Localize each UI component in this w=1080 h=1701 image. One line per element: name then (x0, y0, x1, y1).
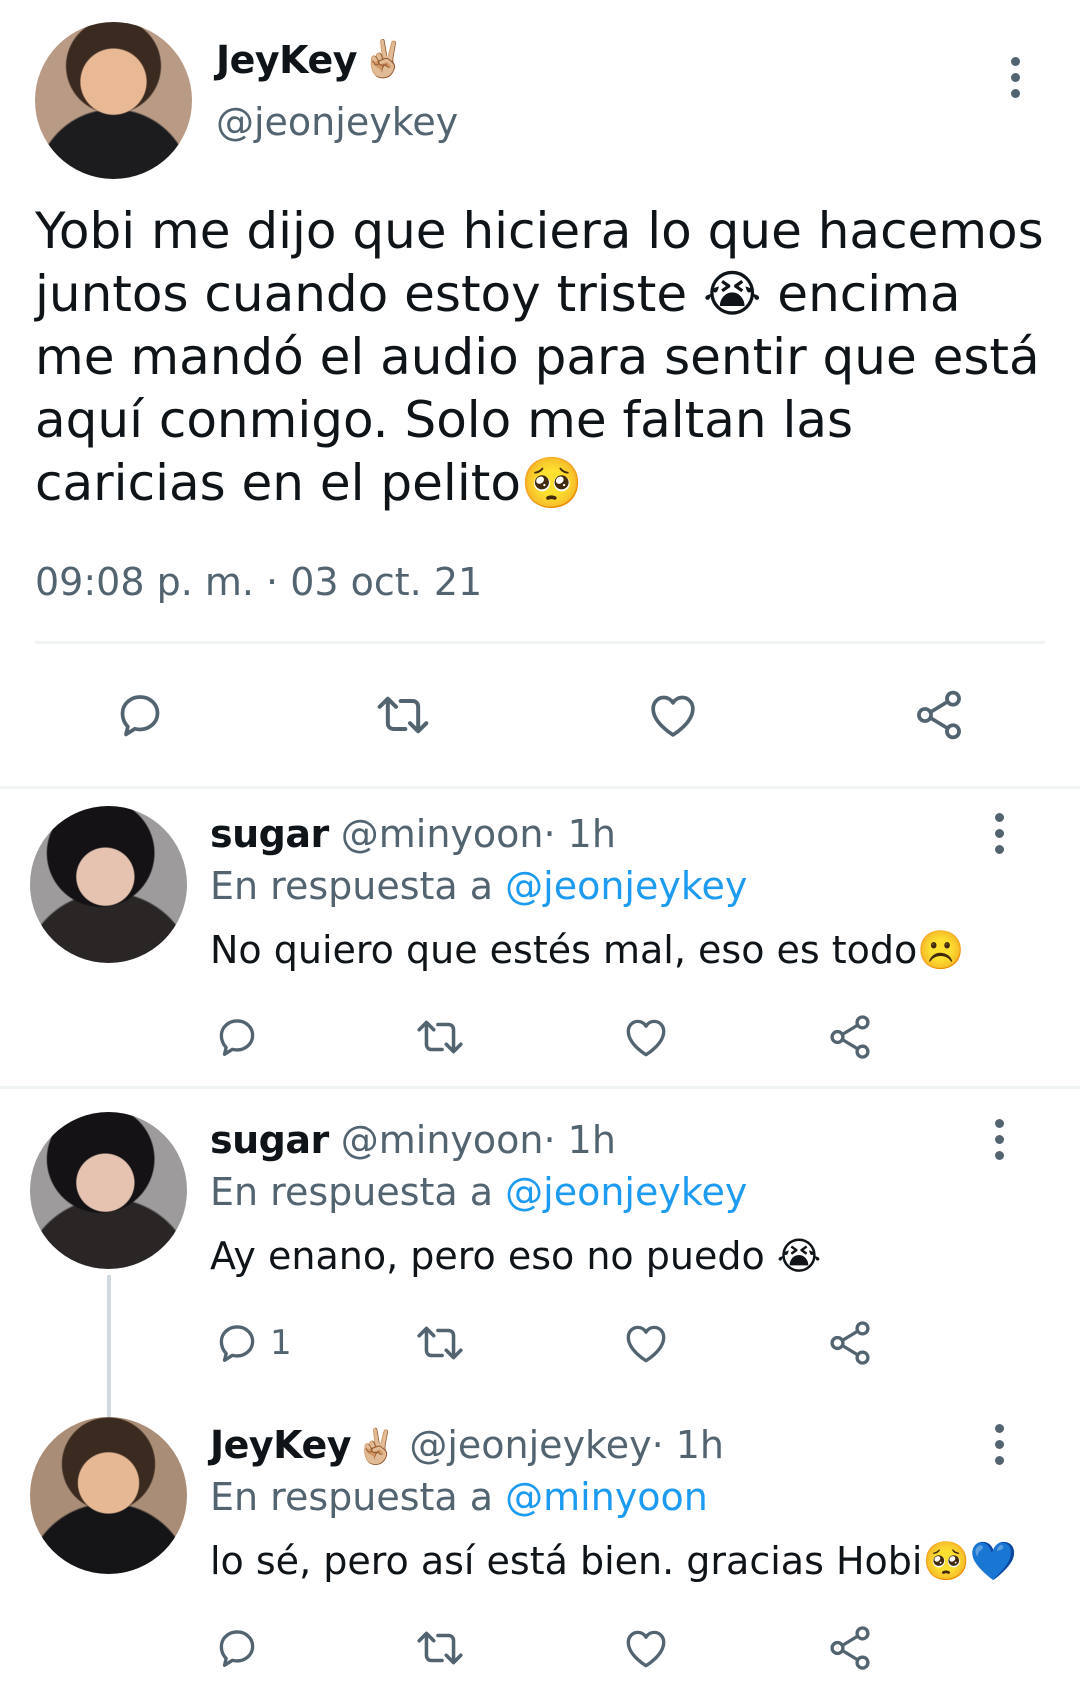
reply-tweet[interactable]: JeyKey ✌🏼 @jeonjeykey · 1h En respuesta … (0, 1395, 1080, 1701)
like-icon[interactable] (620, 1623, 672, 1677)
like-icon[interactable] (644, 687, 702, 747)
reply-context: En respuesta a @jeonjeykey (210, 864, 747, 908)
author-row: JeyKey ✌🏼 (216, 38, 406, 82)
reply-time: · 1h (543, 1118, 616, 1162)
retweet-icon[interactable] (412, 1318, 468, 1372)
reply-text: No quiero que estés mal, eso es todo☹️ (210, 928, 965, 972)
share-icon[interactable] (824, 1012, 876, 1066)
avatar[interactable] (35, 22, 192, 179)
reply-to-link[interactable]: @jeonjeykey (505, 1170, 747, 1214)
reply-icon[interactable] (212, 1623, 262, 1677)
share-icon[interactable] (910, 687, 968, 747)
share-icon[interactable] (824, 1623, 876, 1677)
reply-header: sugar @minyoon · 1h (210, 812, 616, 856)
reply-context: En respuesta a @minyoon (210, 1475, 708, 1519)
like-icon[interactable] (620, 1012, 672, 1066)
more-icon[interactable] (984, 1419, 1014, 1469)
reply-to-link[interactable]: @jeonjeykey (505, 864, 747, 908)
reply-icon[interactable] (112, 687, 168, 747)
more-icon[interactable] (984, 808, 1014, 858)
author-handle[interactable]: @jeonjeykey (216, 100, 458, 144)
retweet-icon[interactable] (412, 1012, 468, 1066)
tweet-text: Yobi me dijo que hiciera lo que hacemos … (35, 202, 1044, 512)
name-emoji: ✌🏼 (361, 39, 406, 80)
reply-text: lo sé, pero así está bien. gracias Hobi🥺… (210, 1539, 1018, 1583)
more-icon[interactable] (984, 1114, 1014, 1164)
reply-author-handle[interactable]: @minyoon (341, 812, 544, 856)
reply-author-handle[interactable]: @jeonjeykey (409, 1423, 651, 1467)
reply-header: sugar @minyoon · 1h (210, 1118, 616, 1162)
tweet-timestamp[interactable]: 09:08 p. m. · 03 oct. 21 (35, 560, 482, 604)
reply-author-name[interactable]: JeyKey (210, 1423, 352, 1467)
reply-icon[interactable] (212, 1012, 262, 1066)
divider (0, 1086, 1080, 1089)
reply-author-handle[interactable]: @minyoon (341, 1118, 544, 1162)
main-tweet: JeyKey ✌🏼 @jeonjeykey Yobi me dijo que h… (0, 0, 1080, 790)
divider (0, 786, 1080, 789)
reply-count: 1 (270, 1323, 292, 1363)
reply-context: En respuesta a @jeonjeykey (210, 1170, 747, 1214)
reply-tweet[interactable]: sugar @minyoon · 1h En respuesta a @jeon… (0, 1090, 1080, 1505)
reply-icon[interactable] (212, 1318, 262, 1372)
divider (35, 641, 1045, 644)
reply-author-name[interactable]: sugar (210, 1118, 329, 1162)
reply-time: · 1h (651, 1423, 724, 1467)
reply-prefix: En respuesta a (210, 1170, 506, 1214)
like-icon[interactable] (620, 1318, 672, 1372)
name-emoji: ✌🏼 (355, 1427, 398, 1467)
retweet-icon[interactable] (412, 1623, 468, 1677)
reply-time: · 1h (543, 812, 616, 856)
reply-prefix: En respuesta a (210, 864, 506, 908)
more-icon[interactable] (1000, 52, 1030, 102)
avatar[interactable] (30, 1112, 187, 1269)
reply-author-name[interactable]: sugar (210, 812, 329, 856)
share-icon[interactable] (824, 1318, 876, 1372)
avatar[interactable] (30, 1417, 187, 1574)
avatar[interactable] (30, 806, 187, 963)
reply-tweet[interactable]: sugar @minyoon · 1h En respuesta a @jeon… (0, 790, 1080, 1086)
reply-prefix: En respuesta a (210, 1475, 506, 1519)
reply-header: JeyKey ✌🏼 @jeonjeykey · 1h (210, 1423, 724, 1467)
author-name[interactable]: JeyKey (216, 38, 358, 82)
reply-text: Ay enano, pero eso no puedo 😭 (210, 1234, 822, 1278)
reply-to-link[interactable]: @minyoon (505, 1475, 708, 1519)
retweet-icon[interactable] (372, 687, 434, 747)
